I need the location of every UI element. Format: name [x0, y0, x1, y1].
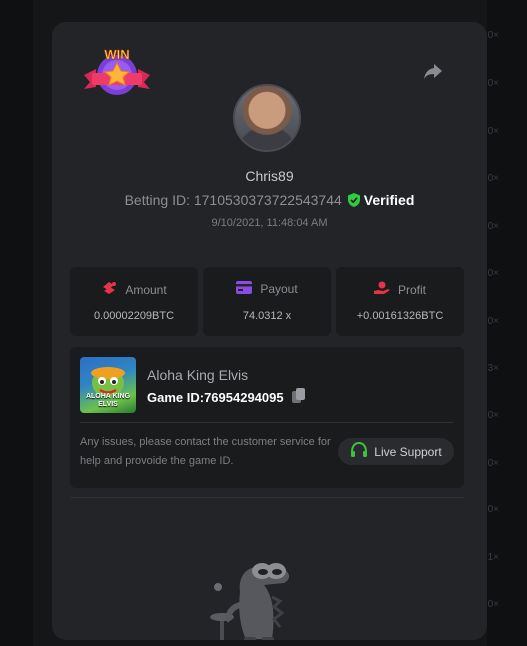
stat-label: Amount — [125, 282, 167, 297]
headset-icon — [350, 441, 368, 461]
multiplier-text: 1× — [487, 552, 499, 563]
game-id: Game ID:76954294095 — [147, 389, 284, 405]
multiplier-text: 3× — [487, 363, 499, 374]
multiplier-text: 0× — [487, 458, 499, 469]
bet-details-modal: WIN Chris89 Betting ID: 1710530373722543… — [52, 22, 487, 640]
multiplier-text: 0× — [487, 30, 499, 41]
stat-value: +0.00161326BTC — [356, 310, 444, 322]
multiplier-text: 0× — [487, 221, 499, 232]
multiplier-text: 0× — [487, 504, 499, 515]
game-thumbnail[interactable]: ALOHA KING ELVIS — [80, 357, 136, 413]
multiplier-text: 0× — [487, 173, 499, 184]
stat-value: 74.0312 x — [242, 310, 292, 322]
stat-profit: Profit +0.00161326BTC — [336, 267, 464, 336]
multiplier-text: 0× — [487, 126, 499, 137]
verified-shield-icon — [347, 193, 360, 210]
username: Chris89 — [245, 168, 294, 184]
stat-label: Payout — [260, 282, 298, 296]
multiplier-text: 0× — [487, 599, 499, 610]
live-support-button[interactable]: Live Support — [338, 438, 454, 465]
betting-id-row: Betting ID: 1710530373722543744 Verified — [52, 192, 487, 210]
stat-payout: Payout 74.0312 x — [203, 267, 331, 336]
win-badge-text: WIN — [104, 47, 129, 62]
bet-stats: Amount 0.00002209BTC Payout 74.0312 x Pr… — [70, 267, 464, 336]
bet-datetime: 9/10/2021, 11:48:04 AM — [211, 217, 328, 229]
stat-label: Profit — [397, 282, 426, 297]
avatar — [233, 84, 301, 152]
game-thumbnail-label: ALOHA KING ELVIS — [85, 393, 131, 408]
multiplier-text: 0× — [487, 316, 499, 327]
copy-icon[interactable] — [291, 388, 305, 406]
crocodile-mascot-illustration — [210, 557, 322, 640]
multiplier-text: 0× — [487, 78, 499, 89]
coins-icon — [101, 281, 117, 298]
game-info-card: ALOHA KING ELVIS Aloha King Elvis Game I… — [70, 347, 464, 488]
verified-label: Verified — [363, 192, 415, 208]
stat-amount: Amount 0.00002209BTC — [70, 267, 198, 336]
game-id-row: Game ID:76954294095 — [147, 388, 305, 406]
live-support-label: Live Support — [374, 444, 442, 459]
section-divider — [70, 497, 464, 498]
share-icon[interactable] — [422, 60, 444, 82]
win-badge-icon: WIN — [82, 45, 152, 97]
multiplier-text: 0× — [487, 268, 499, 279]
multiplier-text: 0× — [487, 410, 499, 421]
support-contact-text: Any issues, please contact the customer … — [80, 436, 331, 467]
game-name: Aloha King Elvis — [147, 367, 249, 383]
betting-id-text: Betting ID: 1710530373722543744 — [124, 192, 342, 208]
card-icon — [236, 281, 253, 297]
hand-coin-icon — [373, 281, 390, 298]
card-divider — [80, 422, 454, 423]
stat-value: 0.00002209BTC — [93, 310, 175, 322]
